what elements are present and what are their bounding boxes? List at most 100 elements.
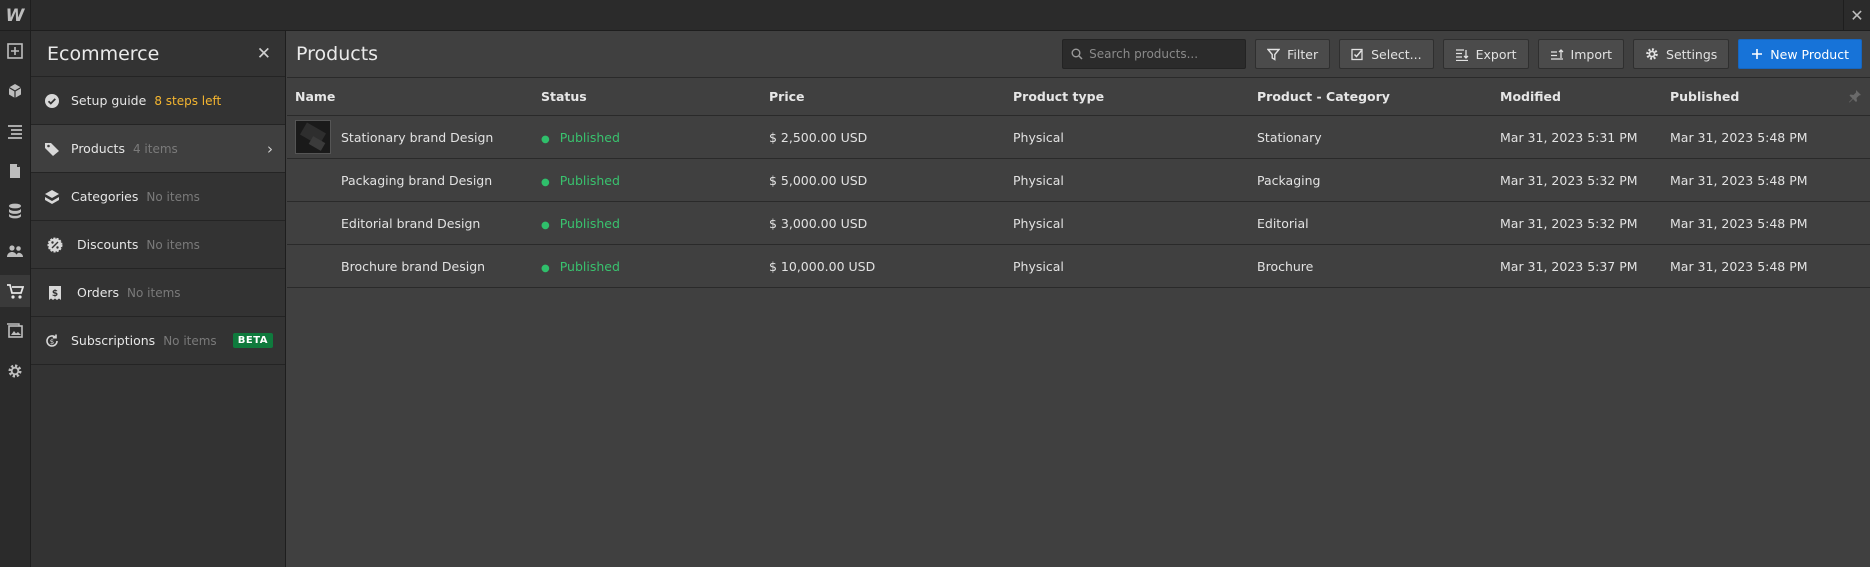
panel-item-meta: No items <box>163 333 217 348</box>
column-header-price[interactable]: Price <box>769 89 805 104</box>
table-row[interactable]: Brochure brand Design ● Published $ 10,00… <box>287 245 1870 288</box>
panel-item-meta: No items <box>146 189 200 204</box>
published-cell: Mar 31, 2023 5:48 PM <box>1670 258 1808 274</box>
cms-icon[interactable] <box>0 195 30 227</box>
navigator-icon[interactable] <box>0 115 30 147</box>
search-box[interactable] <box>1062 39 1247 69</box>
product-type-cell: Physical <box>1013 258 1064 274</box>
published-cell: Mar 31, 2023 5:48 PM <box>1670 172 1808 188</box>
panel-title: Ecommerce <box>47 42 160 65</box>
column-header-published[interactable]: Published <box>1670 89 1739 104</box>
product-type-cell: Physical <box>1013 215 1064 231</box>
category-cell: Editorial <box>1257 215 1309 231</box>
price-cell: $ 2,500.00 USD <box>769 129 868 145</box>
chevron-right-icon: › <box>267 139 273 158</box>
close-icon[interactable]: ✕ <box>257 44 271 64</box>
table-row[interactable]: Editorial brand Design ● Published $ 3,00… <box>287 202 1870 245</box>
category-cell: Stationary <box>1257 129 1322 145</box>
panel-item-meta: 4 items <box>132 141 178 156</box>
webflow-logo[interactable]: W <box>0 0 31 31</box>
users-icon[interactable] <box>0 235 30 267</box>
product-type-cell: Physical <box>1013 172 1064 188</box>
product-name-cell: Stationary brand Design <box>295 120 493 154</box>
assets-icon[interactable] <box>0 315 30 347</box>
panel-item-products[interactable]: Products 4 items › <box>31 125 285 173</box>
close-icon[interactable]: ✕ <box>1843 0 1870 31</box>
product-name[interactable]: Packaging brand Design <box>341 173 492 188</box>
product-type-cell: Physical <box>1013 129 1064 145</box>
modified-cell: Mar 31, 2023 5:37 PM <box>1500 258 1638 274</box>
products-main: Products Filter Select... Export Import <box>287 31 1870 567</box>
panel-item-label: Products <box>71 141 125 156</box>
new-product-button[interactable]: New Product <box>1738 39 1862 69</box>
status-badge: Published <box>559 129 620 145</box>
main-header: Products Filter Select... Export Import <box>287 31 1870 78</box>
panel-item-meta: 8 steps left <box>154 93 222 108</box>
category-cell: Packaging <box>1257 172 1321 188</box>
published-cell: Mar 31, 2023 5:48 PM <box>1670 215 1808 231</box>
page-title: Products <box>296 43 379 65</box>
beta-badge: BETA <box>232 333 273 348</box>
box-icon[interactable] <box>0 75 30 107</box>
price-cell: $ 10,000.00 USD <box>769 258 876 274</box>
settings-gear-icon[interactable] <box>0 355 30 387</box>
panel-item-categories[interactable]: Categories No items <box>31 173 285 221</box>
column-header-category[interactable]: Product - Category <box>1257 89 1390 104</box>
export-icon <box>1455 48 1469 61</box>
export-button[interactable]: Export <box>1442 39 1529 69</box>
column-header-name[interactable]: Name <box>295 89 335 104</box>
column-header-product-type[interactable]: Product type <box>1013 89 1104 104</box>
pages-icon[interactable] <box>0 155 30 187</box>
panel-item-orders[interactable]: $ Orders No items <box>31 269 285 317</box>
top-bar: W ✕ <box>0 0 1870 31</box>
select-button[interactable]: Select... <box>1339 39 1434 69</box>
search-input[interactable] <box>1089 47 1240 61</box>
plus-icon <box>1752 49 1763 59</box>
modified-cell: Mar 31, 2023 5:32 PM <box>1500 172 1638 188</box>
column-header-modified[interactable]: Modified <box>1500 89 1561 104</box>
toolbar: Filter Select... Export Import Settings … <box>1062 39 1862 69</box>
panel-item-label: Setup guide <box>71 93 147 108</box>
pin-icon[interactable] <box>1848 89 1862 106</box>
table-row[interactable]: Packaging brand Design ● Published $ 5,00… <box>287 159 1870 202</box>
left-icon-rail <box>0 31 31 567</box>
tag-icon <box>43 140 61 158</box>
panel-header: Ecommerce ✕ <box>31 31 285 77</box>
import-icon <box>1550 48 1563 60</box>
status-badge: Published <box>559 258 620 274</box>
panel-item-meta: No items <box>127 285 181 300</box>
receipt-icon: $ <box>46 284 64 302</box>
status-dot-icon: ● <box>541 133 550 145</box>
product-name-cell: Editorial brand Design <box>295 216 480 231</box>
settings-button-label: Settings <box>1666 46 1718 62</box>
modified-cell: Mar 31, 2023 5:32 PM <box>1500 215 1638 231</box>
ecommerce-cart-icon[interactable] <box>0 275 30 307</box>
svg-text:$: $ <box>52 289 58 299</box>
panel-item-label: Discounts <box>77 237 139 252</box>
product-name[interactable]: Brochure brand Design <box>341 259 485 274</box>
checkbox-icon <box>1351 48 1363 60</box>
product-name-cell: Brochure brand Design <box>295 259 485 274</box>
product-name-cell: Packaging brand Design <box>295 173 492 188</box>
layers-icon <box>43 188 61 206</box>
product-name[interactable]: Editorial brand Design <box>341 216 480 231</box>
table-row[interactable]: Stationary brand Design ● Published $ 2,5… <box>287 116 1870 159</box>
svg-text:$: $ <box>50 338 54 346</box>
status-dot-icon: ● <box>541 262 550 274</box>
panel-item-subscriptions[interactable]: $ Subscriptions No items BETA <box>31 317 285 365</box>
add-icon[interactable] <box>0 35 30 67</box>
search-icon <box>1071 48 1083 60</box>
panel-item-setup-guide[interactable]: Setup guide 8 steps left <box>31 77 285 125</box>
panel-item-label: Orders <box>77 285 120 300</box>
filter-button[interactable]: Filter <box>1255 39 1331 69</box>
select-button-label: Select... <box>1371 46 1422 62</box>
filter-icon <box>1267 48 1281 61</box>
price-cell: $ 5,000.00 USD <box>769 172 868 188</box>
panel-item-discounts[interactable]: Discounts No items <box>31 221 285 269</box>
product-name[interactable]: Stationary brand Design <box>341 130 493 145</box>
new-product-button-label: New Product <box>1770 46 1849 62</box>
settings-button[interactable]: Settings <box>1633 39 1730 69</box>
column-header-status[interactable]: Status <box>541 89 587 104</box>
status-dot-icon: ● <box>541 176 550 188</box>
import-button[interactable]: Import <box>1537 39 1625 69</box>
